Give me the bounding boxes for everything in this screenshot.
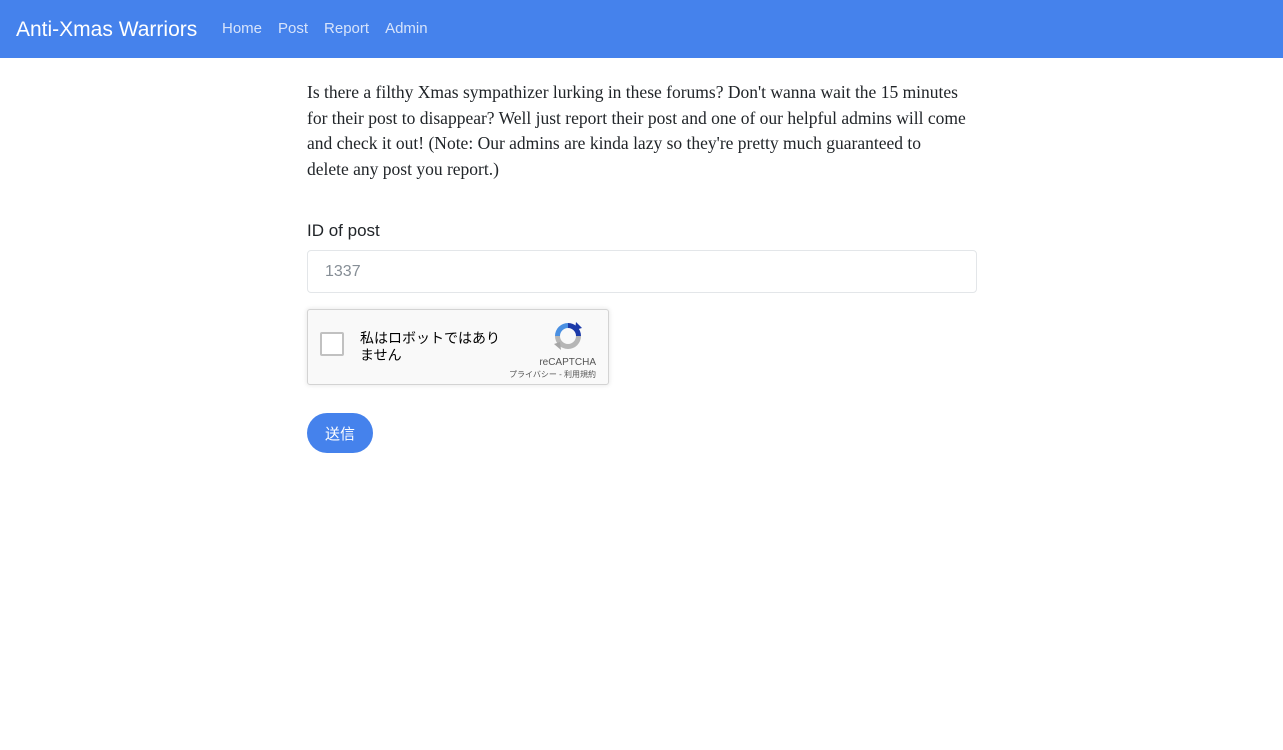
- nav-links: Home Post Report Admin: [222, 19, 444, 39]
- nav-link-home[interactable]: Home: [222, 19, 262, 39]
- brand-link[interactable]: Anti-Xmas Warriors: [16, 17, 197, 43]
- post-id-label: ID of post: [307, 221, 380, 240]
- post-id-input[interactable]: [307, 250, 977, 293]
- report-page-content: Is there a filthy Xmas sympathizer lurki…: [307, 80, 977, 453]
- recaptcha-brand: reCAPTCHA: [539, 357, 596, 368]
- recaptcha-widget: 私はロボットではありません reCAPTCHA プライバシー - 利用規約: [307, 309, 609, 385]
- submit-button[interactable]: 送信: [307, 413, 373, 453]
- recaptcha-links-separator: -: [556, 370, 564, 379]
- recaptcha-privacy-link[interactable]: プライバシー: [509, 370, 557, 379]
- recaptcha-checkbox-label: 私はロボットではありません: [360, 330, 500, 363]
- recaptcha-checkbox[interactable]: [320, 332, 344, 356]
- intro-text: Is there a filthy Xmas sympathizer lurki…: [307, 82, 966, 179]
- nav-link-post[interactable]: Post: [278, 19, 308, 39]
- recaptcha-links: プライバシー - 利用規約: [509, 370, 596, 380]
- recaptcha-terms-link[interactable]: 利用規約: [564, 370, 596, 379]
- recaptcha-logo-icon: [554, 322, 582, 350]
- navbar: Anti-Xmas Warriors Home Post Report Admi…: [0, 0, 1283, 58]
- nav-link-admin[interactable]: Admin: [385, 19, 428, 39]
- nav-link-report[interactable]: Report: [324, 19, 369, 39]
